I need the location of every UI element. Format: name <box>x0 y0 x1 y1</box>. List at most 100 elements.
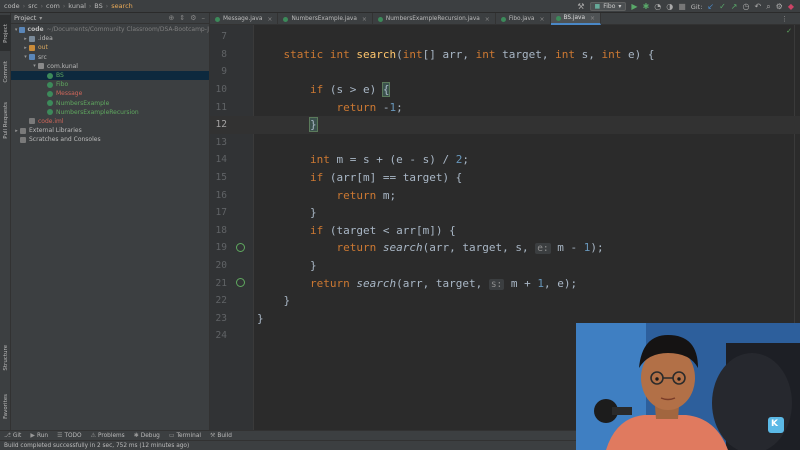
close-icon[interactable]: × <box>590 15 595 22</box>
tool-window-git[interactable]: ⎇ Git <box>4 432 21 439</box>
side-tab-commit[interactable]: Commit <box>0 57 11 87</box>
profile-icon[interactable]: ◑ <box>666 0 673 13</box>
breadcrumb-item[interactable]: src <box>28 2 38 10</box>
line-number: 15 <box>215 172 227 184</box>
history-icon[interactable]: ◷ <box>743 0 750 13</box>
settings-icon[interactable]: ⚙ <box>776 0 783 13</box>
project-tree-item[interactable]: ▸ .idea <box>11 34 209 43</box>
problems-icon: ⚠ <box>90 432 96 439</box>
minimize-icon[interactable]: – <box>202 14 206 22</box>
locate-icon[interactable]: ⊕ <box>168 14 174 22</box>
project-tree-item[interactable]: code.iml <box>11 117 209 126</box>
close-icon[interactable]: × <box>362 16 367 23</box>
git-commit-icon[interactable]: ✓ <box>719 0 726 13</box>
debug-icon[interactable]: ✱ <box>643 0 650 13</box>
tool-window-debug[interactable]: ✱ Debug <box>134 432 160 439</box>
project-panel-title[interactable]: Project <box>14 14 36 22</box>
rollback-icon[interactable]: ↶ <box>754 0 761 13</box>
line-number: 23 <box>215 312 227 324</box>
breadcrumb-item[interactable]: com <box>46 2 60 10</box>
project-tree-item[interactable]: BS <box>11 70 209 81</box>
code-line[interactable]: 18 if (target < arr[m]) { <box>210 222 800 240</box>
chevron-right-icon[interactable]: ▸ <box>13 128 20 134</box>
line-number: 17 <box>215 207 227 219</box>
line-number: 12 <box>215 119 227 131</box>
code-line[interactable]: 7 <box>210 28 800 46</box>
code-line[interactable]: 21 return search(arr, target, s: m + 1, … <box>210 274 800 292</box>
gear-icon[interactable]: ⚙ <box>190 14 196 22</box>
tool-window-todo[interactable]: ☰ TODO <box>57 432 82 439</box>
run-config-select[interactable]: ■ Fibo ▾ <box>589 2 627 11</box>
collapse-all-icon[interactable]: ⇕ <box>179 14 185 22</box>
project-tree-item-label: Message <box>56 90 83 98</box>
chevron-right-icon[interactable]: ▸ <box>22 36 29 42</box>
project-tree-item[interactable]: Fibo <box>11 80 209 89</box>
java-class-icon <box>283 16 289 22</box>
ide-logo-icon[interactable]: ◆ <box>788 0 794 13</box>
recursive-call-icon[interactable] <box>236 243 245 253</box>
code-line[interactable]: 12 } <box>210 116 800 134</box>
project-tree-item[interactable]: ▾ com.kunal <box>11 62 209 71</box>
code-line[interactable]: 11 return -1; <box>210 98 800 116</box>
breadcrumb-item[interactable]: code <box>4 2 20 10</box>
code-line[interactable]: 8 static int search(int[] arr, int targe… <box>210 46 800 64</box>
debug-icon: ✱ <box>133 432 139 439</box>
code-line[interactable]: 17 } <box>210 204 800 222</box>
project-tree-item[interactable]: ▸ External Libraries <box>11 126 209 135</box>
editor-tab[interactable]: BS.java × <box>550 13 602 25</box>
breadcrumb-item[interactable]: kunal <box>68 2 86 10</box>
code-line[interactable]: 16 return m; <box>210 186 800 204</box>
code-line[interactable]: 19 return search(arr, target, s, e: m - … <box>210 239 800 257</box>
editor-tab[interactable]: Fibo.java × <box>496 13 551 25</box>
close-icon[interactable]: × <box>267 16 272 23</box>
code-line[interactable]: 9 <box>210 63 800 81</box>
project-tree-item[interactable]: Message <box>11 89 209 98</box>
tool-window-terminal[interactable]: ▭ Terminal <box>169 432 201 439</box>
breadcrumb-item[interactable]: BS <box>94 2 102 10</box>
side-tab-label: Structure <box>2 345 9 371</box>
chevron-right-icon[interactable]: ▸ <box>22 45 29 51</box>
more-tabs-icon[interactable]: ⋮ <box>781 15 788 23</box>
editor-tab[interactable]: NumbersExample.java × <box>278 13 373 25</box>
project-tree-item[interactable]: NumbersExample <box>11 99 209 108</box>
side-tab-pull-requests[interactable]: Pull Requests <box>0 95 11 145</box>
project-tree-item[interactable]: ▸ out <box>11 43 209 52</box>
search-icon[interactable]: ⌕ <box>766 0 770 13</box>
code-line[interactable]: 20 } <box>210 257 800 275</box>
chevron-down-icon[interactable]: ▾ <box>22 54 29 60</box>
project-tree-item[interactable]: ▾ src <box>11 53 209 62</box>
code-line[interactable]: 14 int m = s + (e - s) / 2; <box>210 151 800 169</box>
side-tab-structure[interactable]: Structure <box>0 338 11 378</box>
recursive-call-icon[interactable] <box>236 278 245 288</box>
git-push-icon[interactable]: ↗ <box>731 0 738 13</box>
tool-window-run[interactable]: ▶ Run <box>30 432 48 439</box>
project-tree-item-label: src <box>38 53 47 61</box>
editor-tab[interactable]: NumbersExampleRecursion.java × <box>373 13 496 25</box>
close-icon[interactable]: × <box>485 16 490 23</box>
code-line[interactable]: 22 } <box>210 292 800 310</box>
breadcrumb-item[interactable]: search <box>111 2 133 10</box>
editor-tab-label: Fibo.java <box>508 16 535 22</box>
project-tree-item[interactable]: ▾ code ~/Documents/Community Classroom/DSA… <box>11 25 209 34</box>
stop-icon[interactable]: ■ <box>678 0 686 13</box>
code-line[interactable]: 10 if (s > e) { <box>210 81 800 99</box>
project-tree-item[interactable]: NumbersExampleRecursion <box>11 108 209 117</box>
code-line[interactable]: 13 <box>210 134 800 152</box>
run-icon[interactable]: ▶ <box>631 0 637 13</box>
chevron-down-icon[interactable]: ▾ <box>31 63 38 69</box>
coverage-icon[interactable]: ◔ <box>654 0 661 13</box>
chevron-down-icon[interactable]: ▾ <box>39 15 42 22</box>
tool-window-problems[interactable]: ⚠ Problems <box>91 432 125 439</box>
side-tab-favorites[interactable]: Favorites <box>0 385 11 427</box>
side-tab-project[interactable]: Project <box>0 15 11 51</box>
tool-window-build[interactable]: ⚒ Build <box>210 432 232 439</box>
library-icon <box>20 127 26 134</box>
hammer-icon[interactable]: ⚒ <box>577 0 584 13</box>
editor-tab[interactable]: Message.java × <box>210 13 279 25</box>
project-panel: Project ▾ ⊕ ⇕ ⚙ – ▾ code ~/Documents/Commu… <box>11 13 210 430</box>
git-update-icon[interactable]: ↙ <box>707 0 714 13</box>
close-icon[interactable]: × <box>539 16 544 23</box>
project-tree-item[interactable]: Scratches and Consoles <box>11 135 209 144</box>
editor-tab-label: NumbersExampleRecursion.java <box>385 16 480 22</box>
code-line[interactable]: 15 if (arr[m] == target) { <box>210 169 800 187</box>
